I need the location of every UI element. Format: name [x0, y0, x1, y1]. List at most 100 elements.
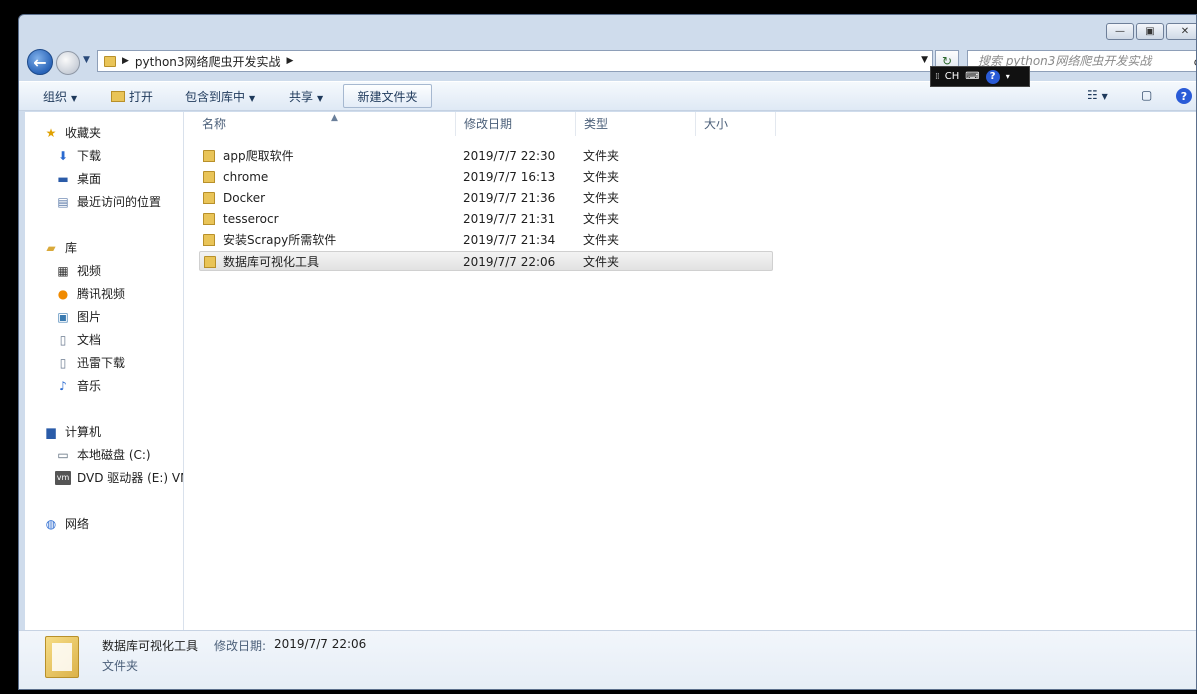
column-header-date[interactable]: 修改日期 [456, 112, 576, 136]
file-name: tesserocr [223, 212, 279, 226]
desktop-icon: ▬ [57, 171, 69, 186]
file-row-selected[interactable]: 数据库可视化工具 2019/7/7 22:06 文件夹 [199, 251, 773, 271]
include-in-library-button[interactable]: 包含到库中 ▼ [185, 88, 255, 105]
help-icon[interactable]: ? [985, 69, 1000, 84]
star-icon: ★ [45, 125, 57, 140]
nav-downloads[interactable]: ⬇ 下载 [55, 147, 101, 164]
file-date: 2019/7/7 22:30 [463, 149, 556, 163]
nav-libraries[interactable]: ▰ 库 [43, 239, 77, 256]
open-label: 打开 [129, 90, 154, 104]
column-header-name[interactable]: 名称 ▲ [194, 112, 456, 136]
breadcrumb-segment[interactable]: python3网络爬虫开发实战 [135, 53, 281, 70]
file-list[interactable]: 名称 ▲ 修改日期 类型 大小 app爬取软件 2019/7/7 22:30 文… [184, 112, 1196, 630]
help-icon[interactable]: ? [1176, 88, 1192, 104]
file-date: 2019/7/7 22:06 [463, 255, 556, 269]
column-label: 类型 [584, 117, 609, 131]
chevron-right-icon[interactable]: ▶ [287, 56, 294, 66]
nav-dvd-drive[interactable]: vm DVD 驱动器 (E:) VM [55, 469, 184, 486]
music-icon: ♪ [59, 378, 67, 393]
nav-local-disk[interactable]: ▭ 本地磁盘 (C:) [55, 446, 151, 463]
file-type: 文件夹 [583, 191, 620, 205]
nav-videos[interactable]: ▦ 视频 [55, 262, 101, 279]
nav-label: 计算机 [65, 425, 102, 439]
grip-icon[interactable]: ⁞⁞ [935, 72, 940, 82]
column-label: 大小 [704, 117, 729, 131]
nav-music[interactable]: ♪ 音乐 [55, 377, 101, 394]
nav-label: 收藏夹 [65, 126, 102, 140]
file-row[interactable]: app爬取软件 2019/7/7 22:30 文件夹 [199, 146, 773, 166]
file-date: 2019/7/7 16:13 [463, 170, 556, 184]
nav-documents[interactable]: ▯ 文档 [55, 331, 101, 348]
share-button[interactable]: 共享 ▼ [289, 88, 323, 105]
file-type: 文件夹 [583, 149, 620, 163]
nav-label: 迅雷下载 [77, 356, 126, 370]
column-header-size[interactable]: 大小 [696, 112, 776, 136]
caption-buttons: — ▣ ✕ [1106, 23, 1196, 40]
file-type: 文件夹 [583, 233, 620, 247]
sort-ascending-icon: ▲ [331, 113, 338, 123]
file-name: chrome [223, 170, 269, 184]
file-type: 文件夹 [583, 212, 620, 226]
chevron-down-icon: ▼ [317, 94, 324, 103]
file-name: 安装Scrapy所需软件 [223, 233, 337, 247]
nav-label: 视频 [77, 264, 102, 278]
open-button[interactable]: 打开 [111, 88, 153, 105]
preview-pane-button[interactable]: ▢ [1141, 88, 1152, 102]
recent-places-icon: ▤ [57, 194, 69, 209]
nav-label: DVD 驱动器 (E:) VM [77, 471, 184, 485]
nav-label: 本地磁盘 (C:) [77, 448, 151, 462]
close-button[interactable]: ✕ [1166, 23, 1196, 40]
folder-icon [204, 256, 216, 268]
organize-button[interactable]: 组织 ▼ [43, 88, 77, 105]
folder-icon [203, 171, 215, 183]
minimize-button[interactable]: — [1106, 23, 1134, 40]
view-options-button[interactable]: ☷ ▼ [1087, 88, 1108, 102]
maximize-button[interactable]: ▣ [1136, 23, 1164, 40]
nav-label: 文档 [77, 333, 102, 347]
file-row[interactable]: 安装Scrapy所需软件 2019/7/7 21:34 文件夹 [199, 230, 773, 250]
file-row[interactable]: tesserocr 2019/7/7 21:31 文件夹 [199, 209, 773, 229]
nav-thunder[interactable]: ▯ 迅雷下载 [55, 354, 125, 371]
column-header-type[interactable]: 类型 [576, 112, 696, 136]
video-icon: ▦ [57, 263, 69, 278]
ime-language-bar[interactable]: ⁞⁞ CH ⌨ ? ▾ [930, 66, 1030, 87]
chevron-right-icon[interactable]: ▶ [122, 56, 129, 66]
thunder-download-icon: ▯ [59, 355, 67, 370]
file-name: app爬取软件 [223, 149, 294, 163]
new-folder-button[interactable]: 新建文件夹 [343, 84, 432, 108]
column-label: 名称 [202, 117, 227, 131]
computer-icon: ▆ [46, 424, 56, 439]
back-button[interactable]: ← [27, 49, 53, 75]
organize-label: 组织 [43, 90, 68, 104]
nav-network[interactable]: ◍ 网络 [43, 515, 89, 532]
address-bar[interactable]: ▶ python3网络爬虫开发实战 ▶ ▼ [97, 50, 933, 72]
chevron-down-icon: ▼ [71, 94, 78, 103]
keyboard-icon[interactable]: ⌨ [965, 71, 979, 82]
library-icon: ▰ [46, 240, 56, 255]
nav-desktop[interactable]: ▬ 桌面 [55, 170, 101, 187]
file-row[interactable]: chrome 2019/7/7 16:13 文件夹 [199, 167, 773, 187]
folder-icon [203, 150, 215, 162]
nav-tencent-video[interactable]: ● 腾讯视频 [55, 285, 125, 302]
navigation-pane[interactable]: ★ 收藏夹 ⬇ 下载 ▬ 桌面 ▤ 最近访问的位置 ▰ 库 ▦ 视频 ● 腾讯视频 ▣ 图片 ▯… [25, 112, 184, 630]
nav-favorites[interactable]: ★ 收藏夹 [43, 124, 101, 141]
address-dropdown-icon[interactable]: ▼ [921, 55, 928, 65]
network-icon: ◍ [45, 516, 57, 531]
forward-button[interactable] [56, 51, 80, 75]
details-type: 文件夹 [102, 659, 139, 673]
ime-language[interactable]: CH [945, 71, 960, 82]
file-date: 2019/7/7 21:31 [463, 212, 556, 226]
tencent-video-icon: ● [57, 286, 69, 301]
recent-pages-dropdown[interactable]: ▼ [83, 55, 90, 65]
folder-large-icon [45, 636, 79, 678]
options-icon[interactable]: ▾ [1006, 72, 1010, 81]
nav-recent[interactable]: ▤ 最近访问的位置 [55, 193, 161, 210]
share-label: 共享 [289, 90, 314, 104]
open-folder-icon [111, 91, 125, 102]
nav-computer[interactable]: ▆ 计算机 [43, 423, 101, 440]
file-name: 数据库可视化工具 [223, 255, 320, 269]
nav-label: 图片 [77, 310, 102, 324]
nav-pictures[interactable]: ▣ 图片 [55, 308, 101, 325]
search-icon[interactable]: ⚲ [1193, 54, 1196, 71]
file-row[interactable]: Docker 2019/7/7 21:36 文件夹 [199, 188, 773, 208]
